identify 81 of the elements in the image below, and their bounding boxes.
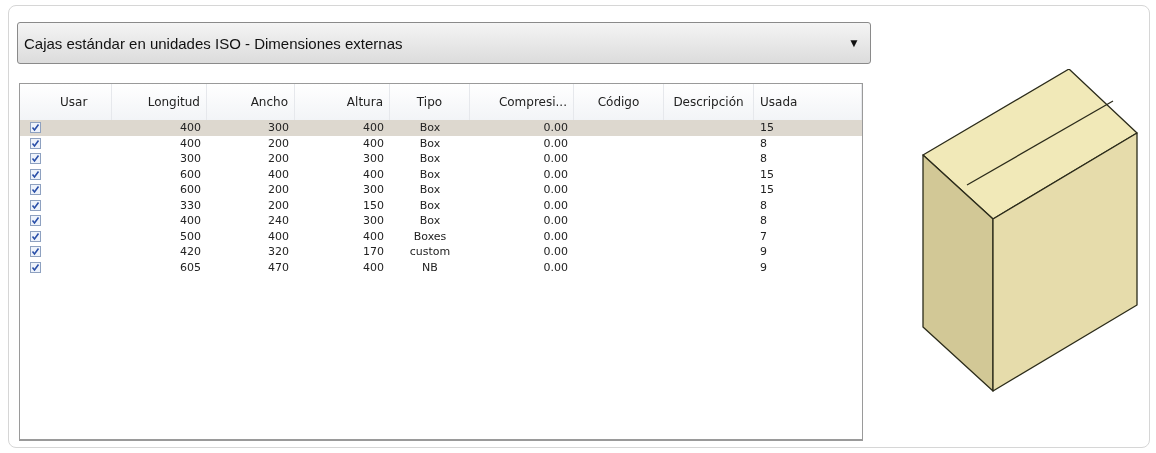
table-row[interactable]: 330 200 150 Box 0.00 8 bbox=[20, 197, 862, 213]
table-cell-text: 200 bbox=[267, 135, 290, 151]
table-cell-text: 400 bbox=[267, 166, 290, 182]
table-cell-text: 0.00 bbox=[542, 259, 569, 275]
table-cell-text: 200 bbox=[267, 197, 290, 213]
table-row[interactable]: 600 200 300 Box 0.00 15 bbox=[20, 182, 862, 198]
table-cell-text: 170 bbox=[362, 244, 385, 260]
table-row[interactable]: 500 400 400 Boxes 0.00 7 bbox=[20, 228, 862, 244]
table-cell-text: 0.00 bbox=[542, 197, 569, 213]
table-cell-text: 9 bbox=[759, 244, 768, 260]
table-cell-text: 7 bbox=[759, 228, 768, 244]
table-cell-text: 8 bbox=[759, 213, 768, 229]
table-cell-text: 605 bbox=[179, 259, 202, 275]
table-cell-text: 0.00 bbox=[542, 213, 569, 229]
table-cell-text: 200 bbox=[267, 151, 290, 167]
table-cell-text: 400 bbox=[362, 228, 385, 244]
checkbox[interactable] bbox=[30, 215, 41, 227]
table-cell-text: 240 bbox=[267, 213, 290, 229]
table-cell-text: NB bbox=[421, 259, 439, 275]
table-cell-text: 15 bbox=[759, 166, 775, 182]
table-cell-text: 300 bbox=[362, 151, 385, 167]
table-cell-text: 400 bbox=[179, 135, 202, 151]
table-cell-text: Box bbox=[418, 120, 442, 136]
table-cell-text: Box bbox=[418, 135, 442, 151]
table-cell-text: custom bbox=[408, 244, 452, 260]
table-cell-text: 320 bbox=[267, 244, 290, 260]
table-cell-text: 150 bbox=[362, 197, 385, 213]
table-cell-text: 8 bbox=[759, 135, 768, 151]
table-cell-text: 400 bbox=[179, 120, 202, 136]
table-cell-text: Boxes bbox=[412, 228, 448, 244]
table-row[interactable]: 400 240 300 Box 0.00 8 bbox=[20, 213, 862, 229]
checkbox[interactable] bbox=[30, 199, 41, 211]
table-cell-text: 400 bbox=[267, 228, 290, 244]
checkbox[interactable] bbox=[30, 184, 41, 196]
table-cell-text: 8 bbox=[759, 197, 768, 213]
table-cell-text: 15 bbox=[759, 120, 775, 136]
table-cell-text: 300 bbox=[179, 151, 202, 167]
table-row[interactable]: 420 320 170 custom 0.00 9 bbox=[20, 244, 862, 260]
table-cell-text: 300 bbox=[267, 120, 290, 136]
table-cell-text: Box bbox=[418, 182, 442, 198]
table-cell-text: Box bbox=[418, 213, 442, 229]
table-cell-text: 0.00 bbox=[542, 182, 569, 198]
table-cell-text: 9 bbox=[759, 259, 768, 275]
table-cell-text: 0.00 bbox=[542, 228, 569, 244]
checkbox[interactable] bbox=[30, 168, 41, 180]
checkbox[interactable] bbox=[30, 122, 41, 134]
table-cell-text: 600 bbox=[179, 182, 202, 198]
table-cell-text: 600 bbox=[179, 166, 202, 182]
table-cell-text: 400 bbox=[179, 213, 202, 229]
table-cell-text: 500 bbox=[179, 228, 202, 244]
table-cell-text: 300 bbox=[362, 213, 385, 229]
checkbox[interactable] bbox=[30, 153, 41, 165]
table-cell-text: 400 bbox=[362, 166, 385, 182]
table-cell-text: 0.00 bbox=[542, 244, 569, 260]
table-cell-text: 330 bbox=[179, 197, 202, 213]
table-row[interactable]: 400 200 400 Box 0.00 8 bbox=[20, 135, 862, 151]
table-cell-text: 400 bbox=[362, 135, 385, 151]
checkbox[interactable] bbox=[30, 137, 41, 149]
table-cell-text: Box bbox=[418, 166, 442, 182]
table-cell-text: 8 bbox=[759, 151, 768, 167]
table-cell-text: 400 bbox=[362, 259, 385, 275]
table-cell-text: 0.00 bbox=[542, 151, 569, 167]
table-cell-text: 400 bbox=[362, 120, 385, 136]
table-row[interactable]: 300 200 300 Box 0.00 8 bbox=[20, 151, 862, 167]
checkbox[interactable] bbox=[30, 246, 41, 258]
table-row[interactable]: 600 400 400 Box 0.00 15 bbox=[20, 166, 862, 182]
table-cell-text: 0.00 bbox=[542, 120, 569, 136]
table-cell-text: Box bbox=[418, 151, 442, 167]
table-cell-text: 0.00 bbox=[542, 135, 569, 151]
table-cell-text: 15 bbox=[759, 182, 775, 198]
box-set-dropdown[interactable]: Cajas estándar en unidades ISO - Dimensiones externas ▼ bbox=[17, 22, 871, 64]
table-row[interactable]: 605 470 400 NB 0.00 9 bbox=[20, 259, 862, 275]
table-row[interactable]: 400 300 400 Box 0.00 15 bbox=[20, 120, 862, 136]
table-cell-text: Box bbox=[418, 197, 442, 213]
table-cell-text: 0.00 bbox=[542, 166, 569, 182]
checkbox[interactable] bbox=[30, 230, 41, 242]
table-cell-text: 470 bbox=[267, 259, 290, 275]
table-cell-text: 300 bbox=[362, 182, 385, 198]
checkbox[interactable] bbox=[30, 261, 41, 273]
table-cell-text: 420 bbox=[179, 244, 202, 260]
table-cell-text: 200 bbox=[267, 182, 290, 198]
